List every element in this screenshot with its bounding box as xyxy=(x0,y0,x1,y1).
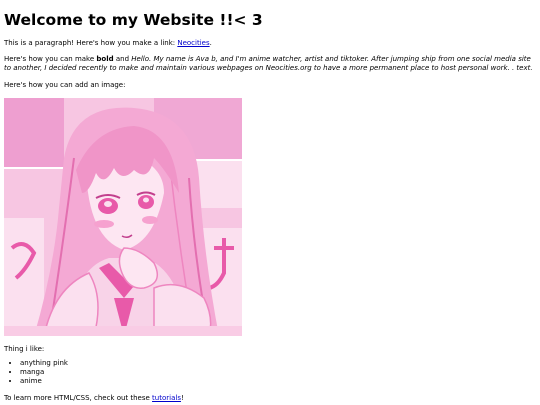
tutorial-suffix-text: ! xyxy=(180,394,184,402)
likes-heading: Thing i like: xyxy=(4,345,45,353)
page-body: Welcome to my Website !!< 3 This is a pa… xyxy=(0,0,540,403)
bold-word: bold xyxy=(96,55,114,63)
bold-paragraph: Here's how you can make bold and Hello. … xyxy=(4,55,536,73)
bold-and-text: and xyxy=(113,55,132,63)
list-item: anime xyxy=(20,377,536,386)
likes-list: anything pink manga anime xyxy=(4,359,536,386)
page-title: Welcome to my Website !!< 3 xyxy=(4,11,263,29)
tutorials-link[interactable]: tutorials xyxy=(152,394,181,402)
bold-intro-text: Here's how you can make xyxy=(4,55,97,63)
list-item: manga xyxy=(20,368,536,377)
anime-girl-image xyxy=(4,98,242,336)
anime-girl-illustration xyxy=(4,98,242,336)
tutorial-paragraph: To learn more HTML/CSS, check out these … xyxy=(4,394,536,403)
link-intro-text: This is a paragraph! Here's how you make… xyxy=(4,39,178,47)
link-suffix-text: . xyxy=(209,39,212,47)
tutorial-intro-text: To learn more HTML/CSS, check out these xyxy=(4,394,153,402)
link-paragraph: This is a paragraph! Here's how you make… xyxy=(4,39,536,48)
image-intro: Here's how you can add an image: xyxy=(4,81,126,89)
neocities-link[interactable]: Neocities xyxy=(177,39,209,47)
list-item: anything pink xyxy=(20,359,536,368)
